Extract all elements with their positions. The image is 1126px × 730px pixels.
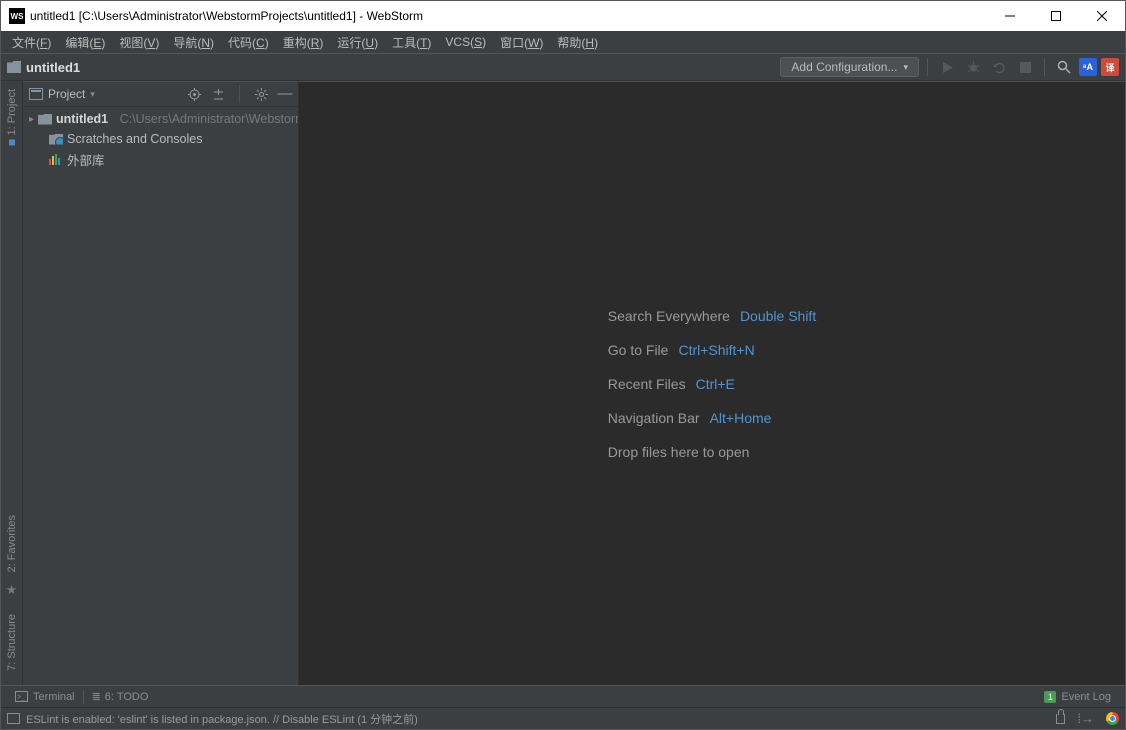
hint-row: Go to File Ctrl+Shift+N	[608, 342, 816, 358]
menu-s[interactable]: VCS(S)	[438, 33, 493, 51]
editor-hints: Search Everywhere Double Shift Go to File C…	[608, 308, 816, 460]
stop-icon[interactable]	[1014, 56, 1036, 78]
event-log-label: Event Log	[1061, 691, 1111, 703]
menu-n[interactable]: 导航(N)	[166, 32, 221, 53]
project-tree[interactable]: ▸ untitled1 C:\Users\Administrator\Webst…	[23, 107, 298, 685]
status-bar: ESLint is enabled: 'eslint' is listed in…	[1, 707, 1125, 729]
chevron-down-icon[interactable]: ▾	[90, 89, 95, 100]
scratches-icon	[49, 134, 63, 145]
menu-w[interactable]: 窗口(W)	[493, 32, 550, 53]
collapse-all-icon[interactable]	[211, 87, 225, 101]
project-view-icon	[29, 88, 43, 100]
window-title: untitled1 [C:\Users\Administrator\Websto…	[30, 9, 987, 23]
svg-text:>_: >_	[17, 694, 25, 701]
gear-icon[interactable]	[254, 87, 268, 101]
menu-t[interactable]: 工具(T)	[385, 32, 438, 53]
tree-external-lib-label: 外部库	[67, 150, 105, 169]
notification-badge-icon: 1	[1044, 691, 1056, 703]
lock-icon[interactable]	[1056, 714, 1065, 724]
project-tool-tab[interactable]: 1: Project	[6, 83, 18, 151]
left-tool-gutter: 1: Project 2: Favorites ★ 7: Structure	[1, 81, 23, 685]
browser-chrome-icon[interactable]	[1106, 712, 1119, 725]
titlebar: WS untitled1 [C:\Users\Administrator\Web…	[1, 1, 1125, 31]
hint-row: Recent Files Ctrl+E	[608, 376, 816, 392]
goto-line-icon[interactable]: ⁞→	[1077, 711, 1094, 726]
bottom-tool-bar: >_ Terminal ≣ 6: TODO 1 Event Log	[1, 685, 1125, 707]
tree-scratches-row[interactable]: Scratches and Consoles	[23, 129, 298, 149]
hint-row: Search Everywhere Double Shift	[608, 308, 816, 324]
add-configuration-button[interactable]: Add Configuration... ▾	[780, 57, 919, 77]
hint-shortcut: Alt+Home	[710, 410, 772, 426]
editor-empty-state[interactable]: Search Everywhere Double Shift Go to File C…	[299, 81, 1125, 685]
library-icon	[49, 154, 63, 165]
menu-u[interactable]: 运行(U)	[330, 32, 385, 53]
tool-window-quick-access-icon[interactable]	[7, 713, 20, 724]
locate-icon[interactable]	[187, 87, 201, 101]
project-panel-header: Project ▾ —	[23, 81, 298, 107]
favorites-tool-tab[interactable]: 2: Favorites	[6, 509, 18, 578]
navigation-bar: untitled1 Add Configuration... ▾ ᵃA 译	[1, 53, 1125, 81]
hide-icon[interactable]: —	[278, 87, 292, 101]
hint-row: Drop files here to open	[608, 444, 816, 460]
debug-icon[interactable]	[962, 56, 984, 78]
hint-label: Drop files here to open	[608, 444, 750, 460]
breadcrumb[interactable]: untitled1	[26, 60, 80, 75]
menu-e[interactable]: 编辑(E)	[58, 32, 112, 53]
separator	[239, 85, 240, 103]
menu-r[interactable]: 重构(R)	[276, 32, 331, 53]
folder-icon	[38, 114, 52, 125]
search-icon[interactable]	[1053, 56, 1075, 78]
hint-label: Recent Files	[608, 376, 686, 392]
hint-shortcut: Double Shift	[740, 308, 816, 324]
menu-f[interactable]: 文件(F)	[5, 32, 58, 53]
star-icon: ★	[6, 582, 18, 598]
app-icon: WS	[9, 8, 25, 24]
event-log-tab[interactable]: 1 Event Log	[1036, 691, 1119, 703]
todo-tool-tab[interactable]: ≣ 6: TODO	[84, 690, 157, 703]
menu-c[interactable]: 代码(C)	[221, 32, 276, 53]
tree-root-name: untitled1	[56, 112, 108, 126]
project-panel-title[interactable]: Project	[48, 87, 85, 101]
menubar: 文件(F)编辑(E)视图(V)导航(N)代码(C)重构(R)运行(U)工具(T)…	[1, 31, 1125, 53]
hint-label: Go to File	[608, 342, 669, 358]
todo-label: 6: TODO	[105, 691, 149, 703]
structure-tool-tab[interactable]: 7: Structure	[6, 608, 18, 677]
project-panel: Project ▾ — ▸ untitled1 C:\Users\Adminis…	[23, 81, 299, 685]
update-icon[interactable]	[988, 56, 1010, 78]
menu-h[interactable]: 帮助(H)	[550, 32, 605, 53]
run-icon[interactable]	[936, 56, 958, 78]
expander-icon[interactable]: ▸	[29, 114, 34, 125]
tree-root-path: C:\Users\Administrator\WebstormProjects\…	[120, 112, 298, 126]
terminal-tool-tab[interactable]: >_ Terminal	[7, 691, 83, 703]
folder-icon	[7, 61, 21, 73]
separator	[927, 58, 928, 76]
maximize-button[interactable]	[1033, 1, 1079, 31]
main-body: 1: Project 2: Favorites ★ 7: Structure P…	[1, 81, 1125, 685]
add-configuration-label: Add Configuration...	[791, 60, 897, 74]
hint-shortcut: Ctrl+Shift+N	[678, 342, 754, 358]
minimize-button[interactable]	[987, 1, 1033, 31]
separator	[1044, 58, 1045, 76]
terminal-label: Terminal	[33, 691, 75, 703]
list-icon: ≣	[92, 690, 100, 703]
hint-row: Navigation Bar Alt+Home	[608, 410, 816, 426]
translate-alt-icon[interactable]: 译	[1101, 58, 1119, 76]
tree-external-lib-row[interactable]: 外部库	[23, 149, 298, 169]
app-window: WS untitled1 [C:\Users\Administrator\Web…	[0, 0, 1126, 730]
terminal-icon: >_	[15, 691, 28, 702]
tree-root-row[interactable]: ▸ untitled1 C:\Users\Administrator\Webst…	[23, 109, 298, 129]
status-message: ESLint is enabled: 'eslint' is listed in…	[26, 711, 418, 727]
close-button[interactable]	[1079, 1, 1125, 31]
translate-icon[interactable]: ᵃA	[1079, 58, 1097, 76]
menu-v[interactable]: 视图(V)	[112, 32, 166, 53]
hint-label: Search Everywhere	[608, 308, 730, 324]
hint-shortcut: Ctrl+E	[696, 376, 735, 392]
hint-label: Navigation Bar	[608, 410, 700, 426]
tree-scratches-label: Scratches and Consoles	[67, 132, 203, 146]
chevron-down-icon: ▾	[903, 62, 908, 73]
